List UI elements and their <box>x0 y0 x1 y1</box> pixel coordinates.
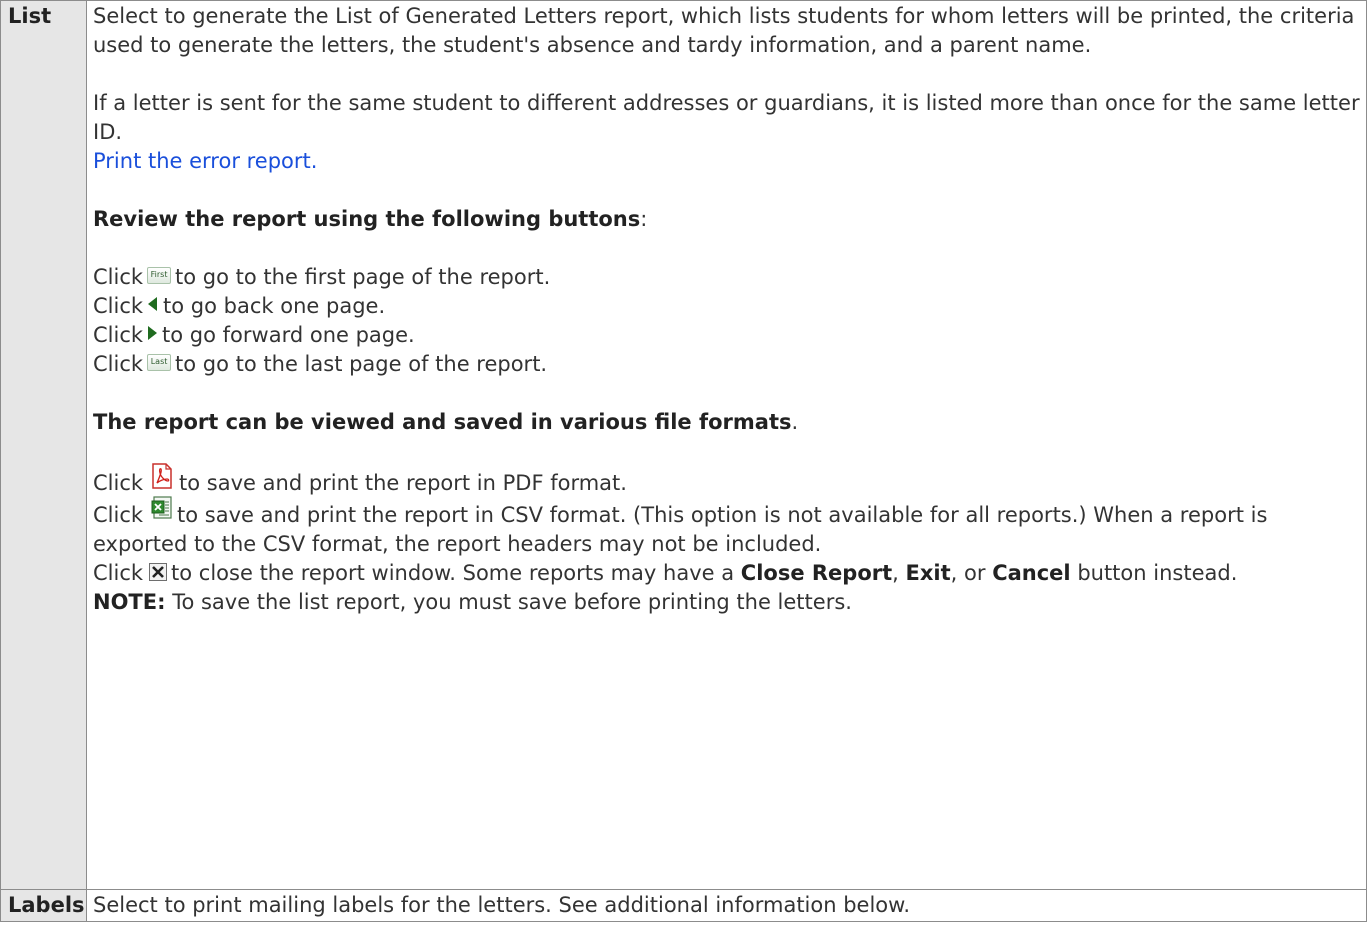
print-error-report-link[interactable]: Print the error report. <box>93 149 317 173</box>
description-labels: Select to print mailing labels for the l… <box>86 889 1367 922</box>
review-heading-line: Review the report using the following bu… <box>93 207 648 231</box>
note-label: NOTE: <box>93 590 166 614</box>
pdf-icon <box>151 463 173 489</box>
term-list: List <box>0 0 87 890</box>
nav-prev-line: Click to go back one page. <box>93 294 386 318</box>
formats-heading: The report can be viewed and saved in va… <box>93 410 792 434</box>
cancel-label: Cancel <box>992 561 1071 585</box>
table-row-list: List Select to generate the List of Gene… <box>0 0 1367 890</box>
nav-next-line: Click to go forward one page. <box>93 323 415 347</box>
close-report-icon <box>149 560 168 581</box>
formats-heading-line: The report can be viewed and saved in va… <box>93 410 799 434</box>
list-duplicate-note: If a letter is sent for the same student… <box>93 91 1360 144</box>
nav-first-line: Click First to go to the first page of the… <box>93 265 551 289</box>
table-row-labels: Labels Select to print mailing labels fo… <box>0 889 1367 922</box>
term-labels: Labels <box>0 889 87 922</box>
review-heading: Review the report using the following bu… <box>93 207 641 231</box>
csv-line: Click to save and print the report in CSV… <box>93 496 1362 559</box>
excel-csv-icon <box>151 496 173 520</box>
note-line: NOTE: To save the list report, you must … <box>93 590 852 614</box>
next-page-arrow-icon <box>148 326 158 340</box>
previous-page-arrow-icon <box>148 297 158 311</box>
description-list: Select to generate the List of Generated… <box>86 0 1367 890</box>
exit-label: Exit <box>905 561 951 585</box>
list-description: Select to generate the List of Generated… <box>93 4 1355 57</box>
close-line: Click to close the report window. Some re… <box>93 560 1238 585</box>
nav-last-line: Click Last to go to the last page of the r… <box>93 352 548 376</box>
pdf-line: Click to save and print the report in PDF… <box>93 463 1362 498</box>
close-report-label: Close Report <box>740 561 893 585</box>
last-page-button-icon: Last <box>147 353 172 371</box>
options-table: List Select to generate the List of Gene… <box>0 0 1367 922</box>
first-page-button-icon: First <box>147 266 172 284</box>
